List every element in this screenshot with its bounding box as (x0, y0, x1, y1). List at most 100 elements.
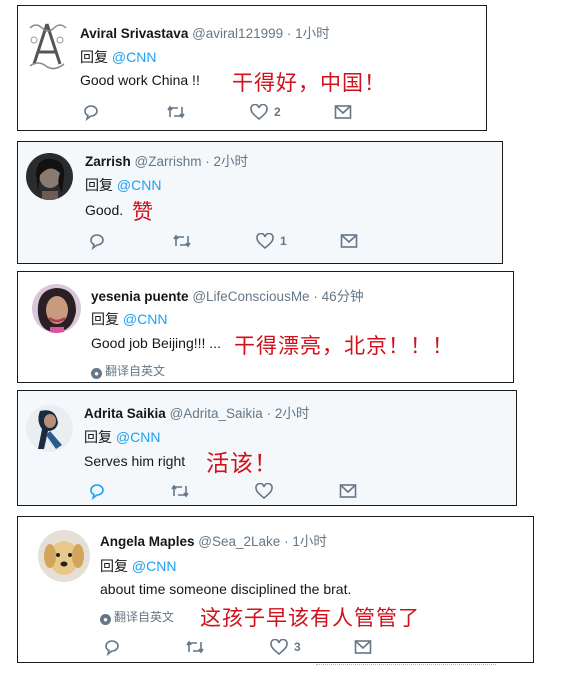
reply-icon (90, 484, 104, 500)
like-count: 3 (294, 640, 301, 654)
timestamp[interactable]: 1小时 (292, 534, 327, 549)
user-photo (26, 405, 73, 452)
separator-dot: · (284, 534, 289, 549)
mention-link[interactable]: @CNN (117, 177, 162, 193)
mention-link[interactable]: @CNN (112, 49, 157, 65)
user-name[interactable]: Adrita Saikia (84, 406, 166, 421)
user-name[interactable]: yesenia puente (91, 289, 189, 304)
retweet-button[interactable] (172, 232, 192, 250)
user-handle[interactable]: @LifeConsciousMe (192, 289, 309, 304)
user-handle[interactable]: @aviral121999 (192, 26, 283, 41)
translate-link[interactable]: ● 翻译自英文 (91, 362, 165, 379)
message-button[interactable] (354, 638, 372, 656)
tweet-header: Angela Maples @Sea_2Lake · 1小时 (100, 530, 327, 550)
tweet-header: yesenia puente @LifeConsciousMe · 46分钟 (91, 285, 364, 305)
tweet-text: Good. (85, 202, 124, 218)
like-icon (270, 638, 288, 655)
translate-link[interactable]: ● 翻译自英文 (100, 608, 174, 625)
tweet-header: Aviral Srivastava @aviral121999 · 1小时 (80, 22, 330, 42)
like-count: 1 (280, 234, 287, 248)
reply-to: 回复 @CNN (80, 47, 156, 67)
retweet-button[interactable] (166, 103, 186, 121)
retweet-icon (171, 484, 189, 498)
chinese-annotation: 这孩子早该有人管管了 (200, 606, 420, 630)
reply-icon (105, 640, 119, 656)
like-button[interactable]: 3 (270, 638, 301, 656)
reply-to: 回复 @CNN (85, 175, 161, 195)
mention-link[interactable]: @CNN (132, 558, 177, 574)
reply-button[interactable] (82, 103, 100, 121)
chinese-annotation: 赞 (132, 200, 154, 224)
translate-label: 翻译自英文 (105, 364, 166, 378)
tweet-text: Good work China !! (80, 72, 200, 88)
reply-button[interactable] (88, 482, 106, 500)
avatar[interactable] (26, 153, 73, 200)
reply-to: 回复 @CNN (91, 309, 167, 329)
reply-prefix: 回复 (80, 49, 108, 65)
tweet-text: about time someone disciplined the brat. (100, 581, 352, 597)
like-count: 2 (274, 105, 281, 119)
message-button[interactable] (339, 482, 357, 500)
reply-icon (84, 105, 98, 121)
user-handle[interactable]: @Adrita_Saikia (170, 406, 263, 421)
like-button[interactable]: 2 (250, 103, 281, 121)
message-icon (340, 234, 358, 248)
message-icon (334, 105, 352, 119)
reply-prefix: 回复 (100, 558, 128, 574)
retweet-button[interactable] (170, 482, 190, 500)
separator-dot: · (286, 26, 292, 41)
retweet-button[interactable] (185, 638, 205, 656)
user-handle[interactable]: @Zarrishm (135, 154, 202, 169)
user-name[interactable]: Angela Maples (100, 534, 195, 549)
tweet-card[interactable]: Zarrish @Zarrishm · 2小时 回复 @CNN Good. 赞 … (17, 141, 503, 264)
tweet-text: Serves him right (84, 453, 186, 469)
message-button[interactable] (340, 232, 358, 250)
tweet-actions: 2 (82, 103, 382, 121)
avatar[interactable] (26, 20, 68, 70)
reply-prefix: 回复 (85, 177, 113, 193)
mention-link[interactable]: @CNN (116, 429, 161, 445)
reply-icon (90, 234, 104, 250)
divider (316, 664, 496, 665)
like-button[interactable] (255, 482, 273, 500)
tweet-actions: 1 (88, 232, 388, 250)
tweet-actions: 3 (103, 638, 403, 656)
user-photo (32, 284, 81, 333)
chinese-annotation: 活该！ (206, 451, 278, 477)
mention-link[interactable]: @CNN (123, 311, 168, 327)
user-handle[interactable]: @Sea_2Lake (198, 534, 280, 549)
separator-dot: · (313, 289, 318, 304)
tweet-header: Adrita Saikia @Adrita_Saikia · 2小时 (84, 402, 309, 422)
chinese-annotation: 干得漂亮，北京！！！ (234, 334, 454, 358)
avatar[interactable] (26, 405, 73, 452)
reply-button[interactable] (103, 638, 121, 656)
timestamp[interactable]: 46分钟 (322, 289, 364, 304)
tweet-card[interactable]: Aviral Srivastava @aviral121999 · 1小时 回复… (17, 5, 487, 131)
message-button[interactable] (334, 103, 352, 121)
user-name[interactable]: Zarrish (85, 154, 131, 169)
tweet-header: Zarrish @Zarrishm · 2小时 (85, 150, 248, 170)
user-photo (38, 530, 90, 582)
avatar[interactable] (32, 284, 81, 333)
tweet-actions (88, 482, 388, 500)
message-icon (339, 484, 357, 498)
like-icon (250, 103, 268, 120)
timestamp[interactable]: 1小时 (295, 26, 330, 41)
avatar[interactable] (38, 530, 90, 582)
ornate-letter-a-logo (26, 20, 68, 70)
message-icon (354, 640, 372, 654)
globe-icon: ● (91, 368, 102, 379)
tweet-text: Good job Beijing!!! ... (91, 335, 221, 351)
timestamp[interactable]: 2小时 (214, 154, 249, 169)
user-photo (26, 153, 73, 200)
tweet-card[interactable]: yesenia puente @LifeConsciousMe · 46分钟 回… (17, 271, 514, 383)
like-button[interactable]: 1 (256, 232, 287, 250)
user-name[interactable]: Aviral Srivastava (80, 26, 188, 41)
tweet-card[interactable]: Adrita Saikia @Adrita_Saikia · 2小时 回复 @C… (17, 390, 517, 506)
timestamp[interactable]: 2小时 (275, 406, 310, 421)
reply-to: 回复 @CNN (84, 427, 160, 447)
like-icon (255, 482, 273, 499)
retweet-icon (173, 234, 191, 248)
tweet-card[interactable]: Angela Maples @Sea_2Lake · 1小时 回复 @CNN a… (17, 516, 534, 663)
reply-button[interactable] (88, 232, 106, 250)
